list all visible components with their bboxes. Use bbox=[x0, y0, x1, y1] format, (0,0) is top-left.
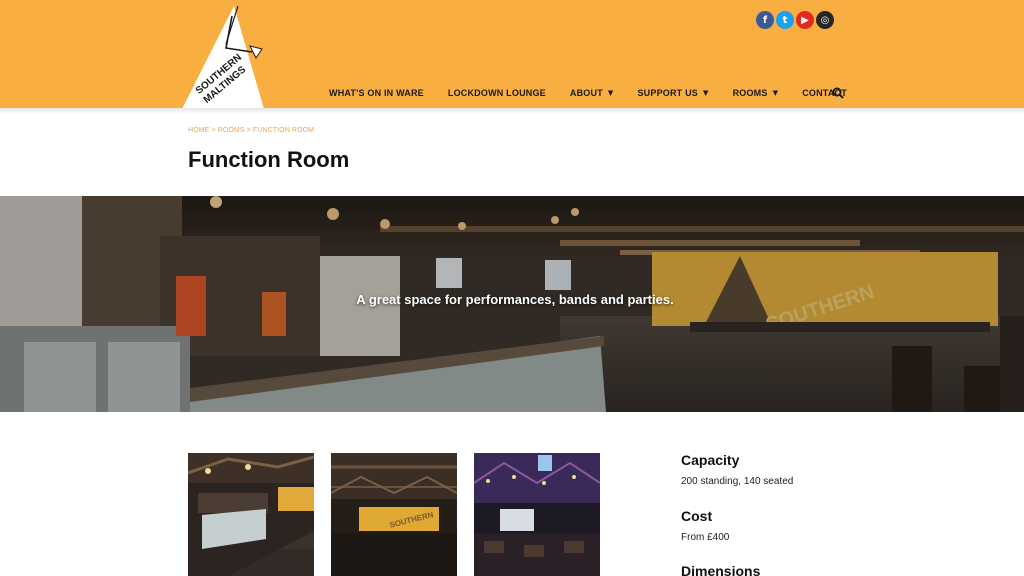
gallery-image: SOUTHERN bbox=[331, 453, 457, 576]
chevron-down-icon: ▼ bbox=[607, 89, 614, 97]
gallery-thumbnail-3[interactable] bbox=[474, 453, 600, 576]
main-nav: WHAT'S ON IN WARE LOCKDOWN LOUNGE ABOUT ▼… bbox=[329, 86, 847, 100]
gallery-thumbnail-2[interactable]: SOUTHERN bbox=[331, 453, 457, 576]
cost-heading: Cost bbox=[681, 508, 713, 524]
gallery-thumbnail-1[interactable] bbox=[188, 453, 314, 576]
nav-item-rooms[interactable]: ROOMS ▼ bbox=[733, 86, 779, 100]
hero-tagline: A great space for performances, bands an… bbox=[356, 292, 674, 307]
nav-label: SUPPORT US bbox=[637, 88, 698, 98]
gallery-image bbox=[474, 453, 600, 576]
nav-label: ROOMS bbox=[732, 88, 768, 98]
breadcrumb-separator: > bbox=[209, 127, 218, 134]
chevron-down-icon: ▼ bbox=[772, 89, 779, 97]
capacity-value: 200 standing, 140 seated bbox=[681, 476, 794, 487]
breadcrumb-current: FUNCTION ROOM bbox=[252, 127, 315, 134]
capacity-heading: Capacity bbox=[681, 452, 740, 468]
facebook-icon[interactable]: f bbox=[756, 11, 774, 29]
gallery-image bbox=[188, 453, 314, 576]
youtube-icon[interactable]: ▶ bbox=[796, 11, 814, 29]
nav-item-support-us[interactable]: SUPPORT US ▼ bbox=[637, 86, 708, 100]
chevron-down-icon: ▼ bbox=[702, 89, 709, 97]
search-icon[interactable] bbox=[832, 86, 844, 99]
breadcrumb: HOME > ROOMS > FUNCTION ROOM bbox=[188, 127, 314, 134]
logo-graphic: SOUTHERN MALTINGS bbox=[182, 6, 264, 109]
nav-item-lockdown-lounge[interactable]: LOCKDOWN LOUNGE bbox=[448, 86, 546, 100]
breadcrumb-home-link[interactable]: HOME bbox=[188, 127, 209, 134]
social-links: f t ▶ ◎ bbox=[756, 11, 834, 29]
dimensions-heading: Dimensions bbox=[681, 563, 761, 576]
hero-banner: SOUTHERN A great space for performances,… bbox=[0, 196, 1024, 412]
header-shadow bbox=[0, 108, 1024, 114]
nav-item-whats-on[interactable]: WHAT'S ON IN WARE bbox=[329, 86, 424, 100]
page-title: Function Room bbox=[188, 147, 350, 172]
southern-maltings-logo[interactable]: SOUTHERN MALTINGS bbox=[182, 6, 266, 109]
breadcrumb-separator: > bbox=[244, 127, 253, 134]
nav-label: WHAT'S ON IN WARE bbox=[329, 88, 424, 98]
twitter-icon[interactable]: t bbox=[776, 11, 794, 29]
nav-item-about[interactable]: ABOUT ▼ bbox=[570, 86, 614, 100]
cost-value: From £400 bbox=[681, 532, 730, 543]
site-header: SOUTHERN MALTINGS f t ▶ ◎ WHAT'S ON IN W… bbox=[0, 0, 1024, 109]
nav-label: LOCKDOWN LOUNGE bbox=[447, 88, 546, 98]
nav-label: ABOUT bbox=[569, 88, 603, 98]
instagram-icon[interactable]: ◎ bbox=[816, 11, 834, 29]
breadcrumb-rooms-link[interactable]: ROOMS bbox=[218, 127, 245, 134]
